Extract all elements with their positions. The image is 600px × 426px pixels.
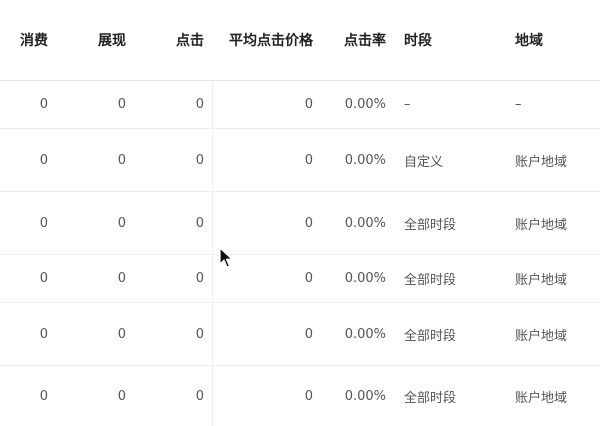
table-row: 0 0 0 0 0.00% 全部时段 账户地域: [0, 303, 600, 366]
column-header-ctr[interactable]: 点击率: [344, 0, 386, 80]
cell-impressions: 0: [117, 97, 126, 112]
cell-avg-click-price: 0: [304, 215, 313, 231]
cell-ctr: 0.00%: [344, 388, 386, 404]
cell-impressions: 0: [117, 152, 126, 168]
cell-spend: 0: [39, 388, 48, 404]
cell-time-slot[interactable]: 自定义: [404, 129, 443, 191]
cell-time-slot[interactable]: 全部时段: [404, 303, 456, 365]
cell-avg-click-price: 0: [304, 152, 313, 168]
cell-avg-click-price: 0: [304, 97, 313, 112]
cell-clicks: 0: [195, 152, 204, 168]
column-header-region[interactable]: 地域: [515, 0, 543, 80]
column-header-time-slot[interactable]: 时段: [404, 0, 432, 80]
table-header: 消费 展现 点击 平均点击价格 点击率 时段 地域: [0, 0, 600, 81]
cell-avg-click-price: 0: [304, 271, 313, 286]
table-row: 0 0 0 0 0.00% 自定义 账户地域: [0, 129, 600, 192]
cell-clicks: 0: [195, 326, 204, 342]
cell-clicks: 0: [195, 97, 204, 112]
cell-impressions: 0: [117, 326, 126, 342]
cell-impressions: 0: [117, 388, 126, 404]
cell-time-slot[interactable]: 全部时段: [404, 255, 456, 302]
cell-time-slot[interactable]: 全部时段: [404, 366, 456, 426]
cell-ctr: 0.00%: [344, 271, 386, 286]
cell-impressions: 0: [117, 271, 126, 286]
cell-ctr: 0.00%: [344, 97, 386, 112]
column-header-clicks[interactable]: 点击: [176, 0, 204, 80]
cell-impressions: 0: [117, 215, 126, 231]
cell-clicks: 0: [195, 388, 204, 404]
cell-clicks: 0: [195, 215, 204, 231]
cell-region[interactable]: 账户地域: [515, 303, 567, 365]
cell-spend: 0: [39, 271, 48, 286]
column-header-impressions[interactable]: 展现: [98, 0, 126, 80]
cell-spend: 0: [39, 326, 48, 342]
cell-spend: 0: [39, 97, 48, 112]
cell-region: –: [515, 97, 522, 112]
table-row: 0 0 0 0 0.00% 全部时段 账户地域: [0, 366, 600, 426]
cell-spend: 0: [39, 152, 48, 168]
cell-spend: 0: [39, 215, 48, 231]
cell-ctr: 0.00%: [344, 326, 386, 342]
cell-region[interactable]: 账户地域: [515, 366, 567, 426]
cell-time-slot: –: [404, 97, 411, 112]
cell-ctr: 0.00%: [344, 152, 386, 168]
mouse-pointer-icon: [219, 247, 233, 268]
cell-time-slot[interactable]: 全部时段: [404, 192, 456, 254]
cell-region[interactable]: 账户地域: [515, 129, 567, 191]
column-header-spend[interactable]: 消费: [20, 0, 48, 80]
table-row: 0 0 0 0 0.00% 全部时段 账户地域: [0, 192, 600, 255]
cell-region[interactable]: 账户地域: [515, 255, 567, 302]
data-table: 消费 展现 点击 平均点击价格 点击率 时段 地域 0 0 0 0 0.00% …: [0, 0, 600, 426]
column-header-avg-click-price[interactable]: 平均点击价格: [229, 0, 313, 80]
table-row: 0 0 0 0 0.00% – –: [0, 81, 600, 129]
cell-avg-click-price: 0: [304, 326, 313, 342]
column-divider: [212, 81, 213, 426]
cell-avg-click-price: 0: [304, 388, 313, 404]
cell-ctr: 0.00%: [344, 215, 386, 231]
cell-region[interactable]: 账户地域: [515, 192, 567, 254]
cell-clicks: 0: [195, 271, 204, 286]
table-row: 0 0 0 0 0.00% 全部时段 账户地域: [0, 255, 600, 303]
